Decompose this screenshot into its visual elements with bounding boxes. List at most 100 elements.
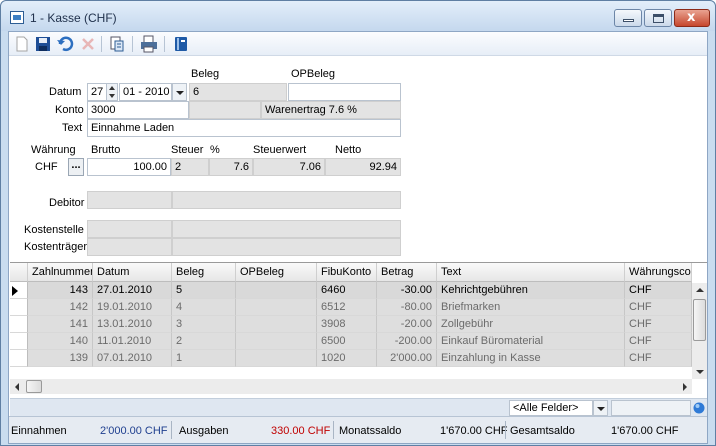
cell-fibukonto[interactable]: 6500: [317, 333, 377, 350]
filter-search-input[interactable]: [611, 400, 691, 416]
table-row[interactable]: 139 07.01.2010 1 1020 2'000.00 Einzahlun…: [10, 350, 692, 367]
cell-text[interactable]: Einkauf Büromaterial: [437, 333, 625, 350]
cell-zahlnummer[interactable]: 142: [28, 299, 93, 316]
horizontal-scroll-thumb[interactable]: [26, 380, 42, 393]
cell-datum[interactable]: 27.01.2010: [93, 282, 172, 299]
undo-icon[interactable]: [56, 35, 74, 53]
konto-field[interactable]: 3000: [87, 101, 189, 119]
cell-betrag[interactable]: -200.00: [377, 333, 437, 350]
vertical-scroll-thumb[interactable]: [693, 299, 706, 341]
status-separator: [505, 421, 506, 439]
debitor-name-field: [172, 191, 401, 209]
filter-dropdown-button[interactable]: [593, 400, 608, 416]
beleg-field[interactable]: 6: [189, 83, 287, 101]
scroll-up-button[interactable]: [692, 283, 707, 298]
globe-icon[interactable]: [693, 402, 705, 414]
cell-text[interactable]: Einzahlung in Kasse: [437, 350, 625, 367]
cell-betrag[interactable]: -20.00: [377, 316, 437, 333]
column-header-beleg[interactable]: Beleg: [172, 263, 236, 282]
cell-fibukonto[interactable]: 3908: [317, 316, 377, 333]
title-bar[interactable]: 1 - Kasse (CHF) x: [1, 1, 715, 31]
column-header-waehrungscode[interactable]: Währungsco: [625, 263, 692, 282]
cell-datum[interactable]: 11.01.2010: [93, 333, 172, 350]
text-field[interactable]: Einnahme Laden: [87, 119, 401, 137]
cell-zahlnummer[interactable]: 143: [28, 282, 93, 299]
minimize-button[interactable]: [614, 9, 642, 27]
ausgaben-value: 330.00 CHF: [271, 425, 331, 437]
column-header-datum[interactable]: Datum: [93, 263, 172, 282]
cell-opbeleg[interactable]: [236, 350, 317, 367]
brutto-field[interactable]: 100.00: [87, 158, 171, 176]
cell-datum[interactable]: 13.01.2010: [93, 316, 172, 333]
print-icon[interactable]: [140, 35, 158, 53]
scroll-down-button[interactable]: [692, 364, 707, 379]
kostenstelle-field[interactable]: [87, 220, 172, 238]
scroll-left-button[interactable]: [10, 379, 25, 394]
datum-day-field[interactable]: 27: [87, 83, 107, 101]
column-header-betrag[interactable]: Betrag: [377, 263, 437, 282]
cell-waehrung[interactable]: CHF: [625, 333, 692, 350]
arrow-right-icon: [683, 383, 687, 391]
scroll-right-button[interactable]: [677, 379, 692, 394]
table-row[interactable]: 141 13.01.2010 3 3908 -20.00 Zollgebühr …: [10, 316, 692, 333]
cell-zahlnummer[interactable]: 140: [28, 333, 93, 350]
new-icon[interactable]: [13, 35, 31, 53]
cell-text[interactable]: Briefmarken: [437, 299, 625, 316]
opbeleg-field[interactable]: [288, 83, 401, 101]
cell-text[interactable]: Zollgebühr: [437, 316, 625, 333]
cell-beleg[interactable]: 2: [172, 333, 236, 350]
table-row[interactable]: 143 27.01.2010 5 6460 -30.00 Kehrichtgeb…: [10, 282, 692, 299]
row-indicator: [10, 350, 28, 367]
stepper-up-icon: [109, 86, 115, 90]
steuer-field[interactable]: 2: [171, 158, 209, 176]
cell-fibukonto[interactable]: 1020: [317, 350, 377, 367]
steuerwert-label: Steuerwert: [253, 144, 307, 156]
vertical-scrollbar[interactable]: [692, 283, 707, 379]
cell-fibukonto[interactable]: 6512: [317, 299, 377, 316]
column-header-opbeleg[interactable]: OPBeleg: [236, 263, 317, 282]
filter-field-select[interactable]: <Alle Felder>: [509, 400, 593, 416]
copy-document-icon[interactable]: [108, 35, 126, 53]
cell-betrag[interactable]: 2'000.00: [377, 350, 437, 367]
cell-datum[interactable]: 19.01.2010: [93, 299, 172, 316]
table-row[interactable]: 140 11.01.2010 2 6500 -200.00 Einkauf Bü…: [10, 333, 692, 350]
datum-dropdown-button[interactable]: [172, 83, 187, 101]
cell-opbeleg[interactable]: [236, 299, 317, 316]
waehrung-picker-button[interactable]: ...: [68, 158, 84, 176]
debitor-field[interactable]: [87, 191, 172, 209]
cell-betrag[interactable]: -30.00: [377, 282, 437, 299]
datum-month-field[interactable]: 01 - 2010: [119, 83, 172, 101]
column-header-fibukonto[interactable]: FibuKonto: [317, 263, 377, 282]
cell-datum[interactable]: 07.01.2010: [93, 350, 172, 367]
cell-opbeleg[interactable]: [236, 282, 317, 299]
delete-icon[interactable]: [79, 35, 97, 53]
save-icon[interactable]: [34, 35, 52, 53]
column-header-zahlnummer[interactable]: Zahlnummer: [28, 263, 93, 282]
cell-waehrung[interactable]: CHF: [625, 316, 692, 333]
cell-beleg[interactable]: 4: [172, 299, 236, 316]
cell-beleg[interactable]: 5: [172, 282, 236, 299]
maximize-button[interactable]: [644, 9, 672, 27]
cell-fibukonto[interactable]: 6460: [317, 282, 377, 299]
kostentraeger-field[interactable]: [87, 238, 172, 256]
cell-zahlnummer[interactable]: 141: [28, 316, 93, 333]
close-button[interactable]: x: [674, 9, 710, 27]
cell-beleg[interactable]: 3: [172, 316, 236, 333]
cell-waehrung[interactable]: CHF: [625, 350, 692, 367]
cell-waehrung[interactable]: CHF: [625, 299, 692, 316]
cell-opbeleg[interactable]: [236, 333, 317, 350]
horizontal-scrollbar[interactable]: [10, 379, 692, 394]
datum-label: Datum: [49, 86, 82, 98]
waehrung-label: Währung: [31, 144, 76, 156]
cell-beleg[interactable]: 1: [172, 350, 236, 367]
column-header-text[interactable]: Text: [437, 263, 625, 282]
datum-day-stepper[interactable]: [106, 83, 118, 101]
cell-betrag[interactable]: -80.00: [377, 299, 437, 316]
cell-text[interactable]: Kehrichtgebühren: [437, 282, 625, 299]
book-icon[interactable]: [172, 35, 190, 53]
table-row[interactable]: 142 19.01.2010 4 6512 -80.00 Briefmarken…: [10, 299, 692, 316]
cell-zahlnummer[interactable]: 139: [28, 350, 93, 367]
percent-field: 7.6: [209, 158, 253, 176]
cell-opbeleg[interactable]: [236, 316, 317, 333]
cell-waehrung[interactable]: CHF: [625, 282, 692, 299]
